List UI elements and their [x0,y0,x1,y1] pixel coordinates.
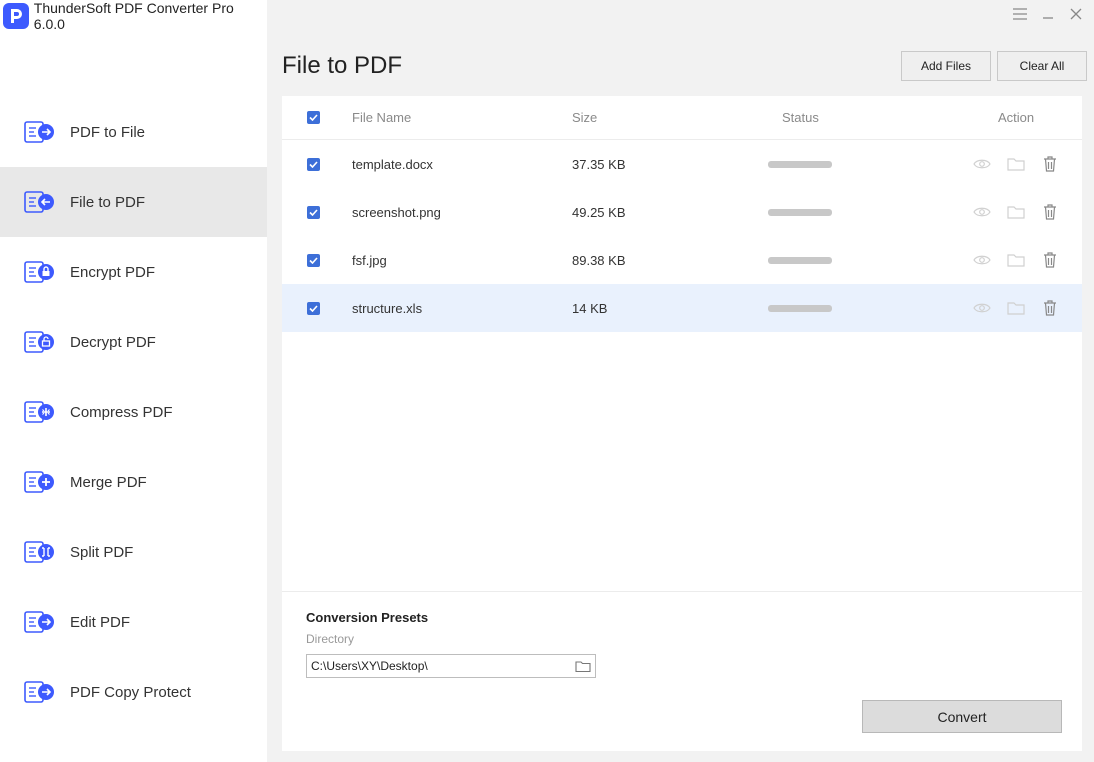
directory-label: Directory [306,632,355,646]
sidebar-item-file-to-pdf[interactable]: File to PDF [0,167,267,237]
status-bar [768,140,832,188]
sidebar: ThunderSoft PDF Converter Pro 6.0.0 PDF … [0,0,267,762]
clear-all-button[interactable]: Clear All [997,51,1087,81]
file-unlock-icon [24,329,56,355]
sidebar-item-label: Edit PDF [70,613,131,631]
sidebar-item-label: File to PDF [70,193,146,211]
file-size: 49.25 KB [572,204,626,220]
sidebar-item-decrypt-pdf[interactable]: Decrypt PDF [0,307,267,377]
preview-icon[interactable] [972,188,992,236]
browse-folder-icon[interactable] [575,658,591,674]
preview-icon[interactable] [972,140,992,188]
sidebar-item-edit-pdf[interactable]: Edit PDF [0,587,267,657]
window-controls [1012,4,1084,24]
sidebar-item-split-pdf[interactable]: Split PDF [0,517,267,587]
folder-icon[interactable] [1006,188,1026,236]
file-split-icon [24,539,56,565]
folder-icon[interactable] [1006,140,1026,188]
sidebar-item-label: Split PDF [70,543,134,561]
file-list-panel: File Name Size Status Action template.do… [282,96,1082,751]
minimize-icon[interactable] [1040,4,1056,24]
file-arrow-left-icon [24,189,56,215]
sidebar-item-merge-pdf[interactable]: Merge PDF [0,447,267,517]
file-protect-icon [24,679,56,705]
presets-title: Conversion Presets [306,610,429,625]
conversion-presets: Conversion Presets Directory C:\Users\XY… [282,591,1082,751]
trash-icon[interactable] [1040,284,1060,332]
menu-icon[interactable] [1012,4,1028,24]
app-logo-icon [3,3,29,29]
sidebar-item-label: PDF Copy Protect [70,683,191,701]
sidebar-item-pdf-to-file[interactable]: PDF to File [0,97,267,167]
status-bar [768,188,832,236]
file-size: 37.35 KB [572,156,626,172]
page-title: File to PDF [282,52,403,79]
file-arrow-right-icon [24,119,56,145]
folder-icon[interactable] [1006,284,1026,332]
preview-icon[interactable] [972,284,992,332]
sidebar-item-label: Compress PDF [70,403,173,421]
app-header: ThunderSoft PDF Converter Pro 6.0.0 [3,0,267,32]
trash-icon[interactable] [1040,140,1060,188]
file-name: structure.xls [352,300,423,316]
sidebar-item-label: Merge PDF [70,473,147,491]
row-checkbox[interactable] [307,140,320,188]
file-name: fsf.jpg [352,252,387,268]
sidebar-item-label: Decrypt PDF [70,333,156,351]
file-lock-icon [24,259,56,285]
header-size[interactable]: Size [572,96,597,139]
table-row[interactable]: screenshot.png 49.25 KB [282,188,1082,236]
file-name: screenshot.png [352,204,441,220]
folder-icon[interactable] [1006,236,1026,284]
table-row[interactable]: template.docx 37.35 KB [282,140,1082,188]
header-status: Status [782,110,819,125]
table-row[interactable]: structure.xls 14 KB [282,284,1082,332]
select-all-checkbox[interactable] [307,96,320,139]
table-header: File Name Size Status Action [282,96,1082,140]
file-size: 89.38 KB [572,252,626,268]
app-title: ThunderSoft PDF Converter Pro 6.0.0 [33,0,234,32]
file-edit-icon [24,609,56,635]
header-file-name[interactable]: File Name [352,96,411,139]
directory-field[interactable]: C:\Users\XY\Desktop\ [306,654,596,678]
file-merge-icon [24,469,56,495]
row-checkbox[interactable] [307,236,320,284]
preview-icon[interactable] [972,236,992,284]
file-size: 14 KB [572,300,608,316]
status-bar [768,284,832,332]
row-checkbox[interactable] [307,284,320,332]
header-action: Action [998,110,1035,125]
convert-button[interactable]: Convert [862,700,1062,733]
directory-value: C:\Users\XY\Desktop\ [311,659,428,673]
sidebar-item-compress-pdf[interactable]: Compress PDF [0,377,267,447]
trash-icon[interactable] [1040,188,1060,236]
table-row[interactable]: fsf.jpg 89.38 KB [282,236,1082,284]
close-icon[interactable] [1068,4,1084,24]
file-name: template.docx [352,156,433,172]
status-bar [768,236,832,284]
sidebar-item-encrypt-pdf[interactable]: Encrypt PDF [0,237,267,307]
sidebar-item-label: PDF to File [70,123,146,141]
add-files-button[interactable]: Add Files [901,51,991,81]
sidebar-item-label: Encrypt PDF [70,263,156,281]
file-compress-icon [24,399,56,425]
sidebar-item-pdf-copy-protect[interactable]: PDF Copy Protect [0,657,267,727]
row-checkbox[interactable] [307,188,320,236]
trash-icon[interactable] [1040,236,1060,284]
